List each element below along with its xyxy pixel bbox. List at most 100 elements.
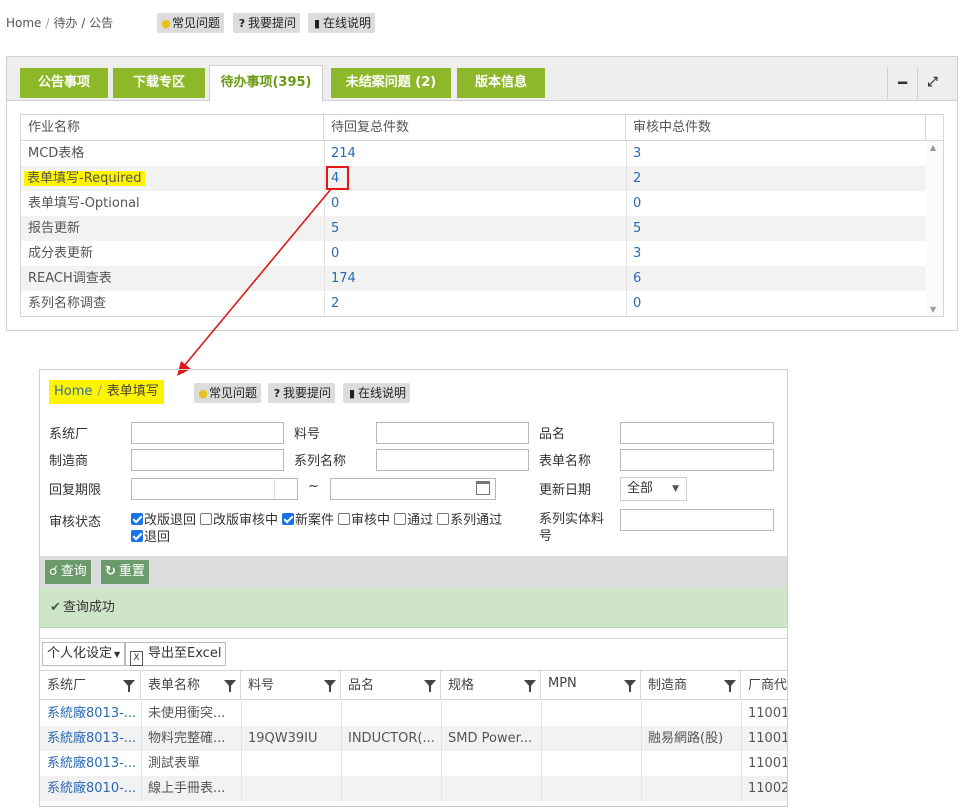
action-bar: ☌ 查询 ↻ 重置 <box>40 556 787 588</box>
manufacturer-label: 制造商 <box>49 454 89 469</box>
cell-manufacturer <box>641 776 741 801</box>
reply-deadline-end-input[interactable] <box>330 478 496 500</box>
cell-system-factory[interactable]: 系統廠8013-... <box>40 701 140 726</box>
success-text: 查询成功 <box>62 600 115 615</box>
cell-product-name <box>341 701 441 726</box>
checkbox-unchecked[interactable] <box>338 513 351 525</box>
status-rev-reviewing[interactable]: 改版审核中 <box>200 513 278 528</box>
update-date-value: 全部 <box>627 481 654 496</box>
cell-manufacturer <box>641 701 741 726</box>
cell-vendor-code: 11001 <box>748 731 787 746</box>
cell-mpn <box>541 776 641 801</box>
status-series-passed[interactable]: 系列通过 <box>437 513 502 528</box>
cell-product-name <box>341 751 441 776</box>
reply-deadline-start-addon[interactable] <box>274 478 298 500</box>
checkbox-checked[interactable] <box>282 513 295 525</box>
faq-button[interactable]: ●常见问题 <box>194 383 262 403</box>
filter-icon[interactable] <box>324 680 336 692</box>
refresh-icon: ↻ <box>105 564 116 579</box>
filter-icon[interactable] <box>424 680 436 692</box>
query-button[interactable]: ☌ 查询 <box>45 560 91 584</box>
cell-part-no: 19QW39IU <box>248 731 318 746</box>
checkbox-checked[interactable] <box>131 530 143 542</box>
cell-part-no <box>241 701 341 726</box>
export-label: 导出至Excel <box>148 646 222 661</box>
cell-spec <box>441 776 541 801</box>
ask-label: 我要提问 <box>283 386 332 400</box>
cell-product-name: INDUCTOR(... <box>348 731 435 746</box>
question-icon: ? <box>273 387 281 400</box>
col-vendor-code[interactable]: 厂商代 <box>741 671 787 700</box>
divider <box>40 638 787 639</box>
cell-form-name: 物料完整確... <box>148 731 226 746</box>
filter-icon[interactable] <box>524 680 536 692</box>
personalize-label: 个人化设定 <box>47 646 113 661</box>
checkbox-checked[interactable] <box>131 513 143 525</box>
checkbox-unchecked[interactable] <box>394 513 407 525</box>
caret-down-icon: ▼ <box>114 650 121 659</box>
table-row[interactable]: 系統廠8013-... 未使用衝突... 11001 <box>40 701 787 726</box>
cell-system-factory[interactable]: 系統廠8010-... <box>40 776 140 801</box>
chevron-down-icon: ▼ <box>672 484 679 494</box>
update-date-select[interactable]: 全部 ▼ <box>620 477 687 501</box>
review-status-label: 审核状态 <box>49 515 102 530</box>
excel-icon: X <box>130 651 143 666</box>
results-grid: 系统厂 表单名称 料号 品名 规格 MPN 制造商 厂商代 系統廠8013-..… <box>40 670 787 806</box>
system-factory-label: 系统厂 <box>49 427 89 442</box>
breadcrumb-sep: / <box>97 384 102 399</box>
status-new-case[interactable]: 新案件 <box>282 513 334 528</box>
manufacturer-input[interactable] <box>131 449 284 471</box>
calendar-icon[interactable] <box>476 481 490 495</box>
filter-icon[interactable] <box>724 680 736 692</box>
cell-form-name: 測試表單 <box>148 756 201 771</box>
cell-spec <box>441 701 541 726</box>
cell-form-name: 線上手冊表... <box>148 781 226 796</box>
filter-icon[interactable] <box>123 680 135 692</box>
status-reviewing[interactable]: 审核中 <box>338 513 390 528</box>
cell-manufacturer <box>641 751 741 776</box>
cell-system-factory[interactable]: 系統廠8013-... <box>40 726 140 751</box>
cell-product-name <box>341 776 441 801</box>
export-excel-button[interactable]: X 导出至Excel <box>125 642 227 666</box>
system-factory-input[interactable] <box>131 422 284 444</box>
online-label: 在线说明 <box>358 386 407 400</box>
checkbox-unchecked[interactable] <box>437 513 450 525</box>
ask-question-button[interactable]: ? 我要提问 <box>268 383 336 403</box>
cell-mpn <box>541 726 641 751</box>
reset-label: 重置 <box>118 564 145 579</box>
filter-icon[interactable] <box>224 680 236 692</box>
reset-button[interactable]: ↻ 重置 <box>101 560 149 584</box>
series-name-input[interactable] <box>376 449 529 471</box>
cell-vendor-code: 11001 <box>748 756 787 771</box>
lightbulb-icon: ● <box>198 387 208 400</box>
form-name-label: 表单名称 <box>539 454 592 469</box>
book-icon: ▮ <box>348 387 356 400</box>
cell-system-factory[interactable]: 系統廠8013-... <box>40 751 140 776</box>
personalize-button[interactable]: 个人化设定 ▼ <box>42 642 126 666</box>
form-fill-panel: Home / 表单填写 ●常见问题 ? 我要提问 ▮ 在线说明 系统厂 料号 品名 制造… <box>39 369 788 807</box>
status-passed[interactable]: 通过 <box>394 513 433 528</box>
online-help-button[interactable]: ▮ 在线说明 <box>343 383 411 403</box>
reply-deadline-start-input[interactable] <box>131 478 298 500</box>
breadcrumb-home[interactable]: Home <box>54 384 92 399</box>
query-label: 查询 <box>60 564 87 579</box>
series-name-label: 系列名称 <box>294 454 347 469</box>
reply-deadline-label: 回复期限 <box>49 483 102 498</box>
cell-manufacturer: 融易網路(股) <box>648 731 724 746</box>
table-row[interactable]: 系統廠8010-... 線上手冊表... 11002 <box>40 776 787 801</box>
cell-spec: SMD Power... <box>448 731 533 746</box>
filter-icon[interactable] <box>624 680 636 692</box>
part-no-input[interactable] <box>376 422 529 444</box>
series-part-label: 系列实体料号 <box>539 512 605 544</box>
product-name-input[interactable] <box>620 422 774 444</box>
form-name-input[interactable] <box>620 449 774 471</box>
breadcrumb-current: 表单填写 <box>106 384 159 399</box>
table-row[interactable]: 系統廠8013-... 測試表單 11001 <box>40 751 787 776</box>
checkbox-unchecked[interactable] <box>200 513 213 525</box>
series-part-input[interactable] <box>620 509 774 531</box>
breadcrumb-form: Home / 表单填写 <box>49 380 164 404</box>
results-header: 系统厂 表单名称 料号 品名 规格 MPN 制造商 厂商代 <box>40 671 787 700</box>
status-returned[interactable]: 退回 <box>131 526 170 545</box>
table-row[interactable]: 系統廠8013-... 物料完整確... 19QW39IU INDUCTOR(.… <box>40 726 787 751</box>
cell-form-name: 未使用衝突... <box>148 706 226 721</box>
